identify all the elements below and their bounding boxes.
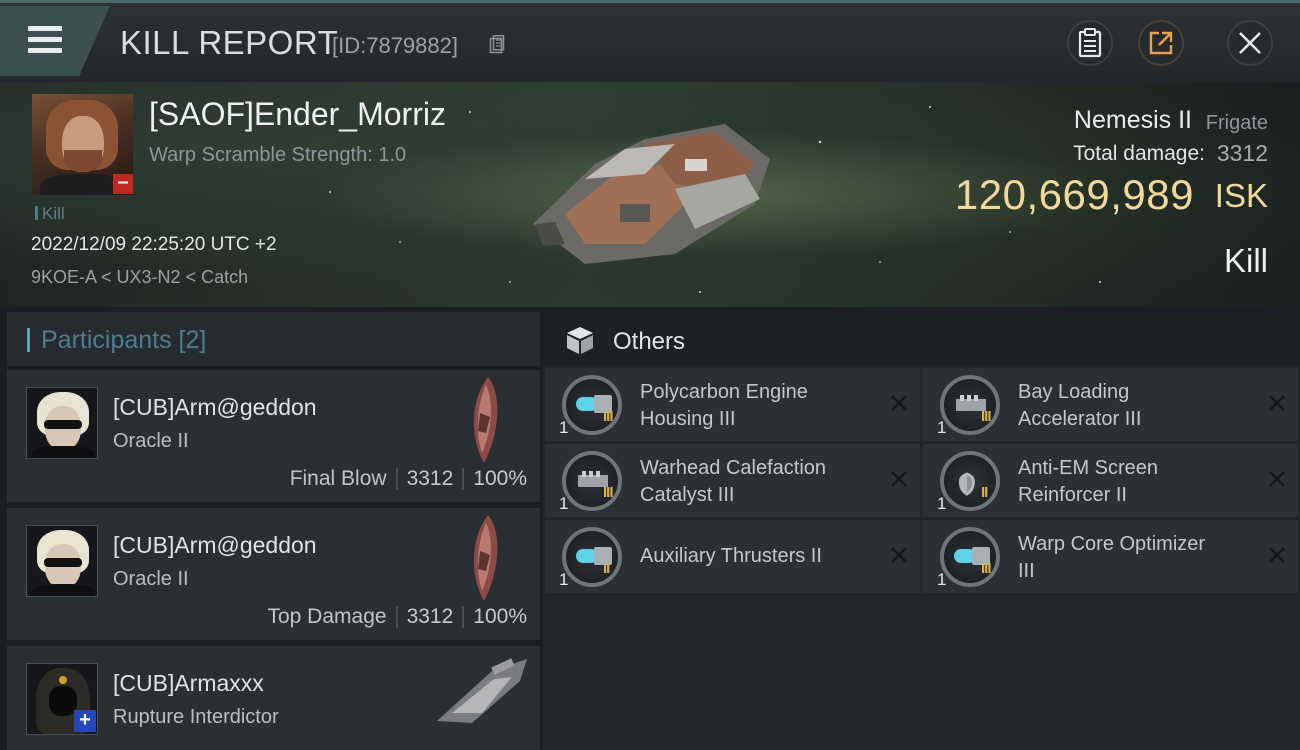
destroyed-x-icon — [891, 547, 907, 563]
participant-row[interactable]: + [CUB]Armaxxx Rupture Interdictor — [7, 646, 540, 750]
participant-ship: Oracle II — [113, 430, 189, 452]
kill-timestamp: 2022/12/09 22:25:20 UTC +2 — [31, 234, 277, 255]
participant-role: Top Damage — [267, 605, 387, 628]
victim-name[interactable]: [SAOF]Ender_Morriz — [149, 96, 446, 133]
plus-badge-icon: + — [74, 710, 96, 732]
shield-reinforcer-icon — [940, 451, 1000, 511]
cube-icon — [567, 327, 593, 354]
share-button[interactable] — [1138, 20, 1184, 66]
item-name: Warp Core Optimizer III — [1018, 533, 1206, 582]
participant-damage-percent: 100% — [473, 467, 527, 490]
participant-damage: 3312 — [406, 467, 454, 490]
hamburger-menu-icon[interactable] — [28, 26, 62, 54]
participant-name: [CUB]Armaxxx — [113, 670, 264, 696]
warhead-catalyst-icon — [562, 451, 622, 511]
item-tier-badge: II — [603, 560, 610, 577]
victim-banner: – [SAOF]Ender_Morriz Warp Scramble Stren… — [0, 82, 1300, 307]
participant-ship-image — [474, 377, 498, 463]
item-name: Warhead Calefaction Catalyst III — [640, 457, 827, 506]
participant-avatar[interactable] — [26, 525, 98, 597]
participant-avatar[interactable] — [26, 387, 98, 459]
loss-badge-icon: – — [113, 172, 133, 194]
item-tier-badge: III — [981, 408, 991, 425]
isk-unit: ISK — [1214, 177, 1268, 214]
participants-header[interactable]: Participants [2] — [7, 312, 540, 366]
others-header: Others — [543, 312, 1300, 366]
share-icon — [1149, 31, 1173, 55]
item-tile[interactable]: 1 II Auxiliary Thrusters II — [545, 520, 920, 593]
item-quantity: 1 — [937, 570, 947, 589]
item-tier-badge: III — [603, 408, 613, 425]
item-tile[interactable]: 1 III Polycarbon Engine Housing III — [545, 368, 920, 441]
close-icon — [1239, 32, 1261, 54]
victim-ship-image — [533, 124, 770, 264]
destroyed-x-icon — [891, 471, 907, 487]
section-accent-bar — [27, 328, 30, 352]
victim-ship-class: Frigate — [1205, 112, 1268, 134]
item-tile[interactable]: 1 III Warhead Calefaction Catalyst III — [545, 444, 920, 517]
item-quantity: 1 — [559, 570, 569, 589]
kill-tag: Kill — [35, 204, 65, 224]
copy-icon[interactable] — [489, 35, 505, 55]
participant-row[interactable]: [CUB]Arm@geddon Oracle II Final Blow 331… — [7, 370, 540, 502]
kill-type-label: Kill — [1223, 242, 1268, 279]
item-tile[interactable]: 1 II Anti-EM Screen Reinforcer II — [923, 444, 1298, 517]
item-tile[interactable]: 1 III Warp Core Optimizer III — [923, 520, 1298, 593]
participant-damage-percent: 100% — [473, 605, 527, 628]
participant-ship-image — [474, 515, 498, 601]
total-damage-value: 3312 — [1216, 140, 1268, 166]
engine-housing-icon — [562, 375, 622, 435]
dropped-items-list: 1 III Polycarbon Engine Housing III 1 III… — [543, 366, 1300, 750]
destroyed-x-icon — [891, 395, 907, 411]
total-damage-label: Total damage: — [1073, 142, 1205, 165]
item-quantity: 1 — [559, 494, 569, 513]
header-top-line — [0, 0, 1300, 3]
participants-title: Participants [2] — [41, 326, 207, 354]
title-bar: KILL REPORT [ID:7879882] — [0, 0, 1300, 82]
clipboard-button[interactable] — [1067, 20, 1113, 66]
clipboard-icon — [1078, 28, 1102, 58]
isk-value: 120,669,989 — [954, 171, 1194, 218]
kill-location[interactable]: 9KOE-A < UX3-N2 < Catch — [31, 267, 248, 288]
report-id: [ID:7879882] — [332, 33, 458, 58]
item-name: Auxiliary Thrusters II — [640, 545, 822, 567]
victim-ship-name[interactable]: Nemesis II — [1074, 106, 1192, 135]
close-button[interactable] — [1227, 20, 1273, 66]
destroyed-x-icon — [1269, 547, 1285, 563]
item-quantity: 1 — [937, 418, 947, 437]
item-name: Bay Loading Accelerator III — [1018, 381, 1142, 430]
participant-stats: Final Blow 3312 100% — [290, 467, 527, 491]
item-tile[interactable]: 1 III Bay Loading Accelerator III — [923, 368, 1298, 441]
participant-name: [CUB]Arm@geddon — [113, 532, 317, 558]
item-tier-badge: III — [981, 560, 991, 577]
participant-row[interactable]: [CUB]Arm@geddon Oracle II Top Damage 331… — [7, 508, 540, 640]
others-title: Others — [613, 328, 686, 355]
participant-ship-image — [437, 658, 527, 723]
item-quantity: 1 — [559, 418, 569, 437]
destroyed-x-icon — [1269, 395, 1285, 411]
bay-loading-icon — [940, 375, 1000, 435]
participant-ship: Oracle II — [113, 568, 189, 590]
warp-core-icon — [940, 527, 1000, 587]
participant-damage: 3312 — [406, 605, 454, 628]
participant-name: [CUB]Arm@geddon — [113, 394, 317, 420]
page-title: KILL REPORT — [120, 24, 339, 61]
participant-ship: Rupture Interdictor — [113, 706, 279, 728]
destroyed-x-icon — [1269, 471, 1285, 487]
participant-role: Final Blow — [289, 467, 387, 490]
participant-stats: Top Damage 3312 100% — [267, 605, 527, 629]
item-tier-badge: II — [981, 484, 988, 501]
item-name: Polycarbon Engine Housing III — [640, 381, 808, 430]
item-quantity: 1 — [937, 494, 947, 513]
warp-scramble-strength: Warp Scramble Strength: 1.0 — [149, 144, 407, 166]
item-tier-badge: III — [603, 484, 613, 501]
thrusters-icon — [562, 527, 622, 587]
item-name: Anti-EM Screen Reinforcer II — [1018, 457, 1159, 506]
